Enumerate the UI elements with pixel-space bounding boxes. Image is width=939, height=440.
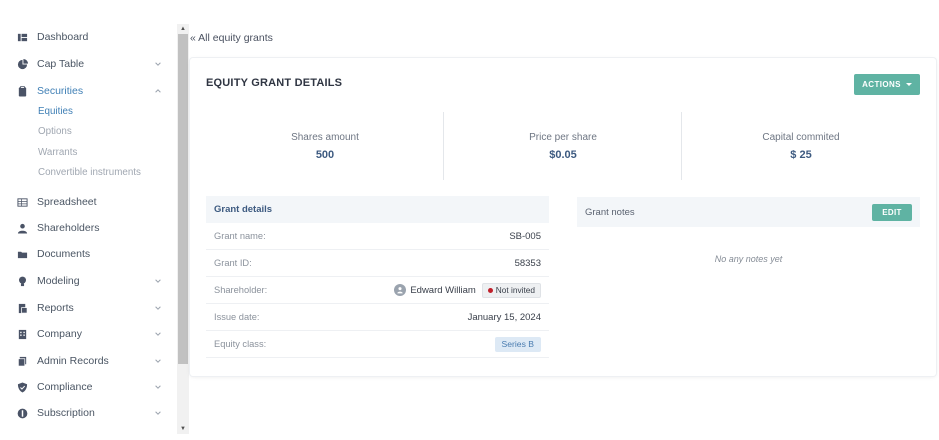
avatar bbox=[394, 284, 407, 296]
shield-icon bbox=[17, 381, 28, 393]
sidebar-scrollbar[interactable]: ▲ ▼ bbox=[177, 24, 189, 434]
sidebar-item-compliance[interactable]: Compliance bbox=[17, 378, 167, 396]
issue-date-label: Issue date: bbox=[214, 312, 260, 322]
sidebar-item-label: Shareholders bbox=[37, 222, 100, 234]
grant-id-row: Grant ID: 58353 bbox=[206, 250, 549, 277]
shareholder-name-link[interactable]: Edward William bbox=[410, 285, 475, 296]
status-badge-label: Not invited bbox=[495, 285, 535, 295]
sidebar-item-modeling[interactable]: Modeling bbox=[17, 272, 167, 290]
stat-value: $ 25 bbox=[790, 149, 812, 161]
scroll-down-arrow-icon[interactable]: ▼ bbox=[177, 424, 189, 434]
sidebar-item-label: Modeling bbox=[37, 275, 80, 287]
chevron-down-icon bbox=[153, 408, 163, 418]
stat-price-per-share: Price per share $0.05 bbox=[444, 132, 682, 161]
sidebar-subitem-warrants[interactable]: Warrants bbox=[38, 147, 77, 158]
sidebar-item-reports[interactable]: Reports bbox=[17, 299, 167, 317]
stat-label: Capital commited bbox=[762, 132, 840, 143]
equity-class-label: Equity class: bbox=[214, 339, 267, 349]
grant-name-row: Grant name: SB-005 bbox=[206, 223, 549, 250]
actions-button-label: ACTIONS bbox=[862, 80, 901, 89]
sidebar-subitem-options[interactable]: Options bbox=[38, 126, 72, 137]
chevron-up-icon bbox=[153, 86, 163, 96]
sidebar-item-label: Company bbox=[37, 328, 82, 340]
chevron-down-icon bbox=[153, 59, 163, 69]
grant-details-heading: Grant details bbox=[206, 196, 549, 223]
equity-class-tag[interactable]: Series B bbox=[494, 336, 541, 352]
status-dot-icon bbox=[487, 287, 493, 293]
sidebar-item-label: Reports bbox=[37, 302, 74, 314]
folder-icon bbox=[17, 249, 28, 260]
sidebar-item-admin-records[interactable]: Admin Records bbox=[17, 352, 167, 370]
sidebar-item-cap-table[interactable]: Cap Table bbox=[17, 55, 167, 73]
sidebar-item-label: Securities bbox=[37, 85, 84, 97]
sidebar-item-label: Documents bbox=[37, 248, 91, 260]
stat-value: $0.05 bbox=[549, 149, 577, 161]
stat-label: Price per share bbox=[529, 132, 597, 143]
stat-label: Shares amount bbox=[291, 132, 359, 143]
grant-id-label: Grant ID: bbox=[214, 258, 252, 268]
records-icon bbox=[17, 356, 28, 367]
sidebar-item-company[interactable]: Company bbox=[17, 325, 167, 343]
actions-button[interactable]: ACTIONS bbox=[854, 74, 920, 95]
sidebar-item-label: Subscription bbox=[37, 407, 95, 419]
sidebar: Dashboard Cap Table Securities Equities … bbox=[0, 0, 177, 440]
scroll-up-arrow-icon[interactable]: ▲ bbox=[177, 24, 189, 34]
sidebar-item-label: Admin Records bbox=[37, 355, 109, 367]
stat-shares-amount: Shares amount 500 bbox=[206, 132, 444, 161]
grant-name-value: SB-005 bbox=[509, 230, 541, 242]
grant-name-label: Grant name: bbox=[214, 231, 266, 241]
dollar-icon bbox=[17, 408, 28, 419]
stat-value: 500 bbox=[315, 149, 335, 161]
grant-id-value: 58353 bbox=[514, 257, 541, 269]
reports-icon bbox=[17, 303, 28, 314]
issue-date-value: January 15, 2024 bbox=[467, 311, 541, 323]
pie-chart-icon bbox=[17, 58, 28, 70]
equity-class-row: Equity class: Series B bbox=[206, 331, 549, 358]
grant-notes-heading: Grant notes bbox=[585, 206, 635, 218]
back-to-equity-grants-link[interactable]: « All equity grants bbox=[190, 32, 273, 44]
spreadsheet-icon bbox=[17, 197, 28, 208]
equity-grant-card: EQUITY GRANT DETAILS ACTIONS Shares amou… bbox=[190, 58, 936, 376]
grant-notes-panel: Grant notes EDIT No any notes yet bbox=[577, 197, 920, 264]
chevron-down-icon bbox=[153, 356, 163, 366]
building-icon bbox=[17, 329, 28, 340]
sidebar-item-label: Compliance bbox=[37, 381, 93, 393]
stat-capital-committed: Capital commited $ 25 bbox=[682, 132, 920, 161]
shareholder-row: Shareholder: Edward William Not invited bbox=[206, 277, 549, 304]
lightbulb-icon bbox=[17, 276, 28, 287]
dashboard-icon bbox=[17, 32, 28, 43]
shareholder-value: Edward William Not invited bbox=[394, 282, 541, 298]
caret-down-icon bbox=[905, 83, 912, 86]
page-title: EQUITY GRANT DETAILS bbox=[206, 77, 343, 89]
sidebar-item-label: Spreadsheet bbox=[37, 196, 97, 208]
chevron-down-icon bbox=[153, 382, 163, 392]
equity-class-value: Series B bbox=[494, 336, 541, 352]
status-badge: Not invited bbox=[481, 282, 541, 298]
grant-notes-header: Grant notes EDIT bbox=[577, 197, 920, 227]
sidebar-item-spreadsheet[interactable]: Spreadsheet bbox=[17, 193, 167, 211]
scroll-thumb[interactable] bbox=[178, 34, 188, 364]
sidebar-item-dashboard[interactable]: Dashboard bbox=[17, 28, 167, 46]
sidebar-subitem-equities[interactable]: Equities bbox=[38, 106, 73, 117]
sidebar-item-subscription[interactable]: Subscription bbox=[17, 404, 167, 422]
sidebar-item-documents[interactable]: Documents bbox=[17, 245, 167, 263]
sidebar-item-securities[interactable]: Securities bbox=[17, 82, 167, 100]
issue-date-row: Issue date: January 15, 2024 bbox=[206, 304, 549, 331]
empty-notes-message: No any notes yet bbox=[714, 254, 783, 264]
chevron-down-icon bbox=[153, 329, 163, 339]
shareholder-label: Shareholder: bbox=[214, 285, 268, 295]
edit-notes-button[interactable]: EDIT bbox=[872, 203, 912, 221]
grant-details-panel: Grant details Grant name: SB-005 Grant I… bbox=[206, 196, 549, 358]
sidebar-item-label: Cap Table bbox=[37, 58, 85, 70]
chevron-down-icon bbox=[153, 303, 163, 313]
sidebar-subitem-convertible-instruments[interactable]: Convertible instruments bbox=[38, 167, 141, 178]
sidebar-item-shareholders[interactable]: Shareholders bbox=[17, 219, 167, 237]
sidebar-item-label: Dashboard bbox=[37, 31, 89, 43]
clipboard-icon bbox=[17, 85, 28, 97]
user-icon bbox=[17, 223, 28, 234]
chevron-down-icon bbox=[153, 276, 163, 286]
